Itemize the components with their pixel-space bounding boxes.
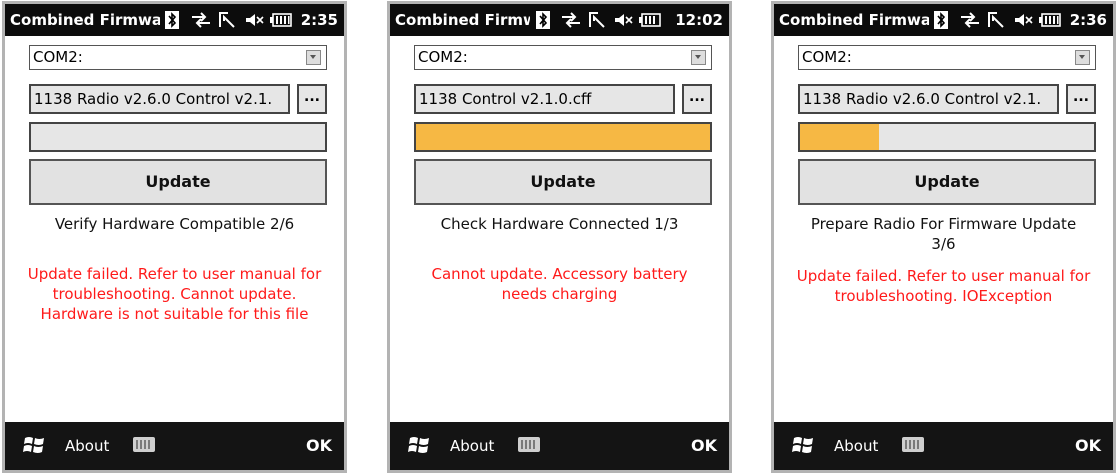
keyboard-icon[interactable] — [133, 437, 155, 452]
window-title: Combined Firmwar — [779, 11, 929, 29]
progress-bar — [798, 122, 1096, 152]
ok-softkey[interactable]: OK — [691, 422, 717, 470]
soft-key-bar: About OK — [390, 422, 729, 470]
window-title: Combined Firmwar — [10, 11, 160, 29]
title-bar: Combined Firmwar 2:35 — [5, 4, 344, 36]
connectivity-icon — [192, 12, 210, 28]
keyboard-icon[interactable] — [518, 437, 540, 452]
browse-button[interactable]: ... — [297, 84, 327, 114]
status-text: Verify Hardware Compatible 2/6 — [54, 215, 295, 233]
phone-screen-1: Combined Firmwar 2:35 COM2: 1138 Radio v… — [2, 1, 347, 473]
bluetooth-icon — [934, 11, 948, 29]
clock: 2:36 — [1069, 11, 1107, 29]
phone-screen-3: Combined Firmwar 2:36 COM2: 1138 Radio v… — [771, 1, 1116, 473]
progress-fill — [800, 124, 880, 150]
progress-fill — [416, 124, 710, 150]
status-text: Check Hardware Connected 1/3 — [440, 215, 679, 233]
chevron-down-icon[interactable] — [306, 50, 321, 65]
keyboard-icon[interactable] — [902, 437, 924, 452]
volume-mute-icon — [246, 14, 264, 26]
volume-mute-icon — [1015, 14, 1033, 26]
com-port-dropdown[interactable]: COM2: — [798, 45, 1096, 70]
firmware-file-field[interactable]: 1138 Radio v2.6.0 Control v2.1. — [29, 84, 290, 114]
title-bar: Combined Firmw: 12:02 — [390, 4, 729, 36]
com-port-value: COM2: — [802, 48, 852, 66]
browse-button[interactable]: ... — [682, 84, 712, 114]
chevron-down-icon[interactable] — [1075, 50, 1090, 65]
com-port-dropdown[interactable]: COM2: — [414, 45, 712, 70]
clock: 12:02 — [675, 11, 723, 29]
phone-screen-2: Combined Firmw: 12:02 COM2: 1138 Control… — [387, 1, 732, 473]
connectivity-icon — [562, 12, 580, 28]
update-button[interactable]: Update — [798, 159, 1096, 205]
firmware-file-field[interactable]: 1138 Radio v2.6.0 Control v2.1. — [798, 84, 1059, 114]
ok-softkey[interactable]: OK — [1075, 422, 1101, 470]
com-port-value: COM2: — [33, 48, 83, 66]
window-title: Combined Firmw: — [395, 11, 530, 29]
windows-start-icon[interactable] — [792, 434, 814, 456]
connectivity-icon — [961, 12, 979, 28]
firmware-file-field[interactable]: 1138 Control v2.1.0.cff — [414, 84, 675, 114]
bluetooth-icon — [536, 11, 550, 29]
com-port-dropdown[interactable]: COM2: — [29, 45, 327, 70]
com-port-value: COM2: — [418, 48, 468, 66]
status-text: Prepare Radio For Firmware Update 3/6 — [810, 215, 1077, 253]
clock: 2:35 — [300, 11, 338, 29]
about-softkey[interactable]: About — [450, 422, 494, 470]
update-button[interactable]: Update — [29, 159, 327, 205]
signal-icon — [219, 12, 235, 28]
update-button[interactable]: Update — [414, 159, 712, 205]
about-softkey[interactable]: About — [65, 422, 109, 470]
windows-start-icon[interactable] — [408, 434, 430, 456]
battery-icon — [639, 13, 661, 27]
soft-key-bar: About OK — [774, 422, 1113, 470]
error-message: Cannot update. Accessory battery needs c… — [431, 265, 688, 303]
signal-icon — [988, 12, 1004, 28]
volume-mute-icon — [615, 14, 633, 26]
progress-bar — [414, 122, 712, 152]
ok-softkey[interactable]: OK — [306, 422, 332, 470]
title-bar: Combined Firmwar 2:36 — [774, 4, 1113, 36]
battery-icon — [270, 13, 292, 27]
about-softkey[interactable]: About — [834, 422, 878, 470]
progress-bar — [29, 122, 327, 152]
windows-start-icon[interactable] — [23, 434, 45, 456]
battery-icon — [1039, 13, 1061, 27]
soft-key-bar: About OK — [5, 422, 344, 470]
browse-button[interactable]: ... — [1066, 84, 1096, 114]
chevron-down-icon[interactable] — [691, 50, 706, 65]
signal-icon — [589, 12, 605, 28]
error-message: Update failed. Refer to user manual for … — [796, 267, 1091, 305]
bluetooth-icon — [165, 11, 179, 29]
error-message: Update failed. Refer to user manual for … — [27, 265, 322, 323]
